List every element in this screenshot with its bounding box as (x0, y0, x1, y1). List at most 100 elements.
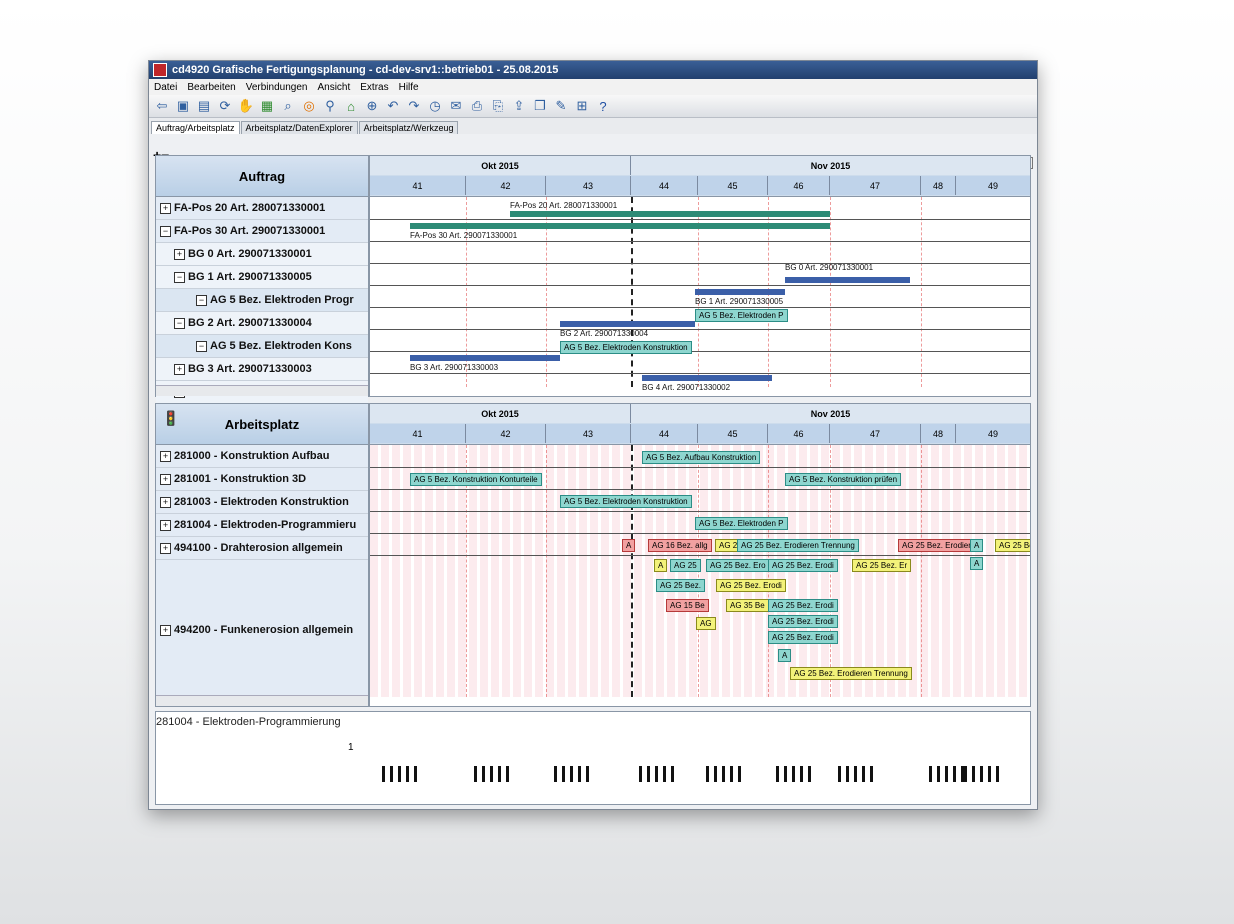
export-icon[interactable]: ⇪ (510, 97, 528, 115)
operation-chip[interactable]: AG 25 Bez. Erodi (768, 615, 838, 628)
operation-chip[interactable]: AG 35 Be (726, 599, 769, 612)
undo-icon[interactable]: ↶ (384, 97, 402, 115)
menu-extras[interactable]: Extras (355, 82, 393, 93)
operation-chip[interactable]: AG 25 Bez. Erodi (768, 631, 838, 644)
operation-chip[interactable]: A (970, 539, 984, 552)
save-icon[interactable]: ▣ (174, 97, 192, 115)
gantt-bar[interactable] (410, 223, 830, 229)
tree-row-bg-3[interactable]: + BG 3 Art. 290071330003 (156, 358, 368, 381)
tab-arbeitsplatz-datenexplorer[interactable]: Arbeitsplatz/DatenExplorer (240, 121, 358, 134)
operation-chip[interactable]: A (654, 559, 668, 572)
horizontal-scrollbar[interactable] (156, 385, 368, 396)
expand-icon[interactable]: + (160, 473, 171, 485)
gantt-bar[interactable] (410, 355, 560, 361)
expand-icon[interactable]: + (160, 624, 171, 636)
operation-chip[interactable]: AG 25 Bez. Er (852, 559, 912, 572)
menu-verbindungen[interactable]: Verbindungen (241, 82, 313, 93)
print-preview-icon[interactable]: ⎘ (489, 97, 507, 115)
menu-bearbeiten[interactable]: Bearbeiten (182, 82, 240, 93)
target-icon[interactable]: ◎ (300, 97, 318, 115)
horizontal-scrollbar[interactable] (156, 695, 368, 706)
collapse-icon[interactable]: − (174, 317, 185, 329)
table-icon[interactable]: ⊞ (573, 97, 591, 115)
hand-icon[interactable]: ✋ (237, 97, 255, 115)
expand-icon[interactable]: + (160, 496, 171, 508)
tab-arbeitsplatz-werkzeug[interactable]: Arbeitsplatz/Werkzeug (358, 121, 459, 134)
operation-chip[interactable]: AG 25 Bez. Ero (706, 559, 770, 572)
menu-datei[interactable]: Datei (149, 82, 182, 93)
mail-icon[interactable]: ✉ (447, 97, 465, 115)
operation-chip[interactable]: A (778, 649, 792, 662)
expand-icon[interactable]: + (160, 542, 171, 554)
operation-chip[interactable]: AG 25 Bez. (656, 579, 705, 592)
gantt-bar[interactable] (642, 375, 772, 381)
search-icon[interactable]: ⚲ (321, 97, 339, 115)
exit-icon[interactable]: ⇦ (153, 97, 171, 115)
gantt-bar[interactable] (510, 211, 830, 217)
gantt-chip[interactable]: AG 5 Bez. Elektroden Konstruktion (560, 341, 692, 354)
tree-row-bg-1[interactable]: − BG 1 Art. 290071330005 (156, 266, 368, 289)
help-icon[interactable]: ? (594, 97, 612, 115)
gantt-bar[interactable] (695, 289, 785, 295)
operation-chip[interactable]: AG 15 Be (666, 599, 709, 612)
workplace-row-494200[interactable]: +494200 - Funkenerosion allgemein (156, 560, 368, 701)
operation-chip[interactable]: AG 5 Bez. Aufbau Konstruktion (642, 451, 761, 464)
workplace-row-281003[interactable]: +281003 - Elektroden Konstruktion (156, 491, 368, 514)
clock-icon[interactable]: ◷ (426, 97, 444, 115)
tree-row-ag-5-progr[interactable]: − AG 5 Bez. Elektroden Progr (156, 289, 368, 312)
collapse-icon[interactable]: − (196, 294, 207, 306)
menu-ansicht[interactable]: Ansicht (312, 82, 355, 93)
tab-auftrag-arbeitsplatz[interactable]: Auftrag/Arbeitsplatz (151, 121, 240, 134)
list-icon[interactable]: ▦ (258, 97, 276, 115)
copy-icon[interactable]: ❐ (531, 97, 549, 115)
operation-chip[interactable]: AG 5 Bez. Konstruktion Konturteile (410, 473, 542, 486)
operation-chip[interactable]: AG 25 Bez (995, 539, 1030, 552)
workplace-row-281000[interactable]: +281000 - Konstruktion Aufbau (156, 445, 368, 468)
tree-row-ag-5-kons[interactable]: − AG 5 Bez. Elektroden Kons (156, 335, 368, 358)
tree-row-fa-pos-30[interactable]: − FA-Pos 30 Art. 290071330001 (156, 220, 368, 243)
operation-chip[interactable]: AG 5 Bez. Elektroden P (695, 517, 788, 530)
operation-chip[interactable]: AG 25 Bez. Erodi (716, 579, 786, 592)
tree-icon[interactable]: ⌂ (342, 97, 360, 115)
operation-chip[interactable]: A (970, 557, 984, 570)
save-all-icon[interactable]: ▤ (195, 97, 213, 115)
operation-chip[interactable]: AG 5 Bez. Elektroden Konstruktion (560, 495, 692, 508)
collapse-icon[interactable]: − (196, 340, 207, 352)
operation-chip[interactable]: AG 25 Bez. Erodiere (898, 539, 980, 552)
operation-chip[interactable]: AG 25 Bez. Erodieren Trennung (790, 667, 912, 680)
capacity-bars (370, 752, 1030, 782)
expand-icon[interactable]: + (160, 450, 171, 462)
expand-icon[interactable]: + (174, 248, 185, 260)
week-47: 47 (830, 176, 921, 195)
tools-icon[interactable]: ✎ (552, 97, 570, 115)
tree-row-bg-0[interactable]: + BG 0 Art. 290071330001 (156, 243, 368, 266)
operation-chip[interactable]: A (622, 539, 636, 552)
gantt-chip[interactable]: AG 5 Bez. Elektroden P (695, 309, 788, 322)
operation-chip[interactable]: AG 16 Bez. allg (648, 539, 712, 552)
zoom-in-icon[interactable]: ⊕ (363, 97, 381, 115)
collapse-icon[interactable]: − (160, 225, 171, 237)
workplace-row-494100[interactable]: +494100 - Drahterosion allgemein (156, 537, 368, 560)
expand-icon[interactable]: + (160, 519, 171, 531)
workplace-row-281001[interactable]: +281001 - Konstruktion 3D (156, 468, 368, 491)
operation-chip[interactable]: AG 5 Bez. Konstruktion prüfen (785, 473, 902, 486)
zoom-icon[interactable]: ⌕ (279, 97, 297, 115)
gantt-bar[interactable] (560, 321, 695, 327)
operation-chip[interactable]: AG 25 Bez. Erodieren Trennung (737, 539, 859, 552)
expand-icon[interactable]: + (160, 202, 171, 214)
operation-chip[interactable]: AG (696, 617, 716, 630)
gantt-bar[interactable] (785, 277, 910, 283)
print-icon[interactable]: ⎙ (468, 97, 486, 115)
tree-row-fa-pos-20[interactable]: + FA-Pos 20 Art. 280071330001 (156, 197, 368, 220)
collapse-icon[interactable]: − (174, 271, 185, 283)
week-49: 49 (956, 176, 1030, 195)
operation-chip[interactable]: AG 25 Bez. Erodi (768, 559, 838, 572)
refresh-icon[interactable]: ⟳ (216, 97, 234, 115)
expand-icon[interactable]: + (174, 363, 185, 375)
menu-hilfe[interactable]: Hilfe (394, 82, 424, 93)
tree-row-bg-2[interactable]: − BG 2 Art. 290071330004 (156, 312, 368, 335)
operation-chip[interactable]: AG 25 Bez. Erodi (768, 599, 838, 612)
redo-icon[interactable]: ↷ (405, 97, 423, 115)
workplace-row-281004[interactable]: +281004 - Elektroden-Programmieru (156, 514, 368, 537)
operation-chip[interactable]: AG 25 (670, 559, 701, 572)
